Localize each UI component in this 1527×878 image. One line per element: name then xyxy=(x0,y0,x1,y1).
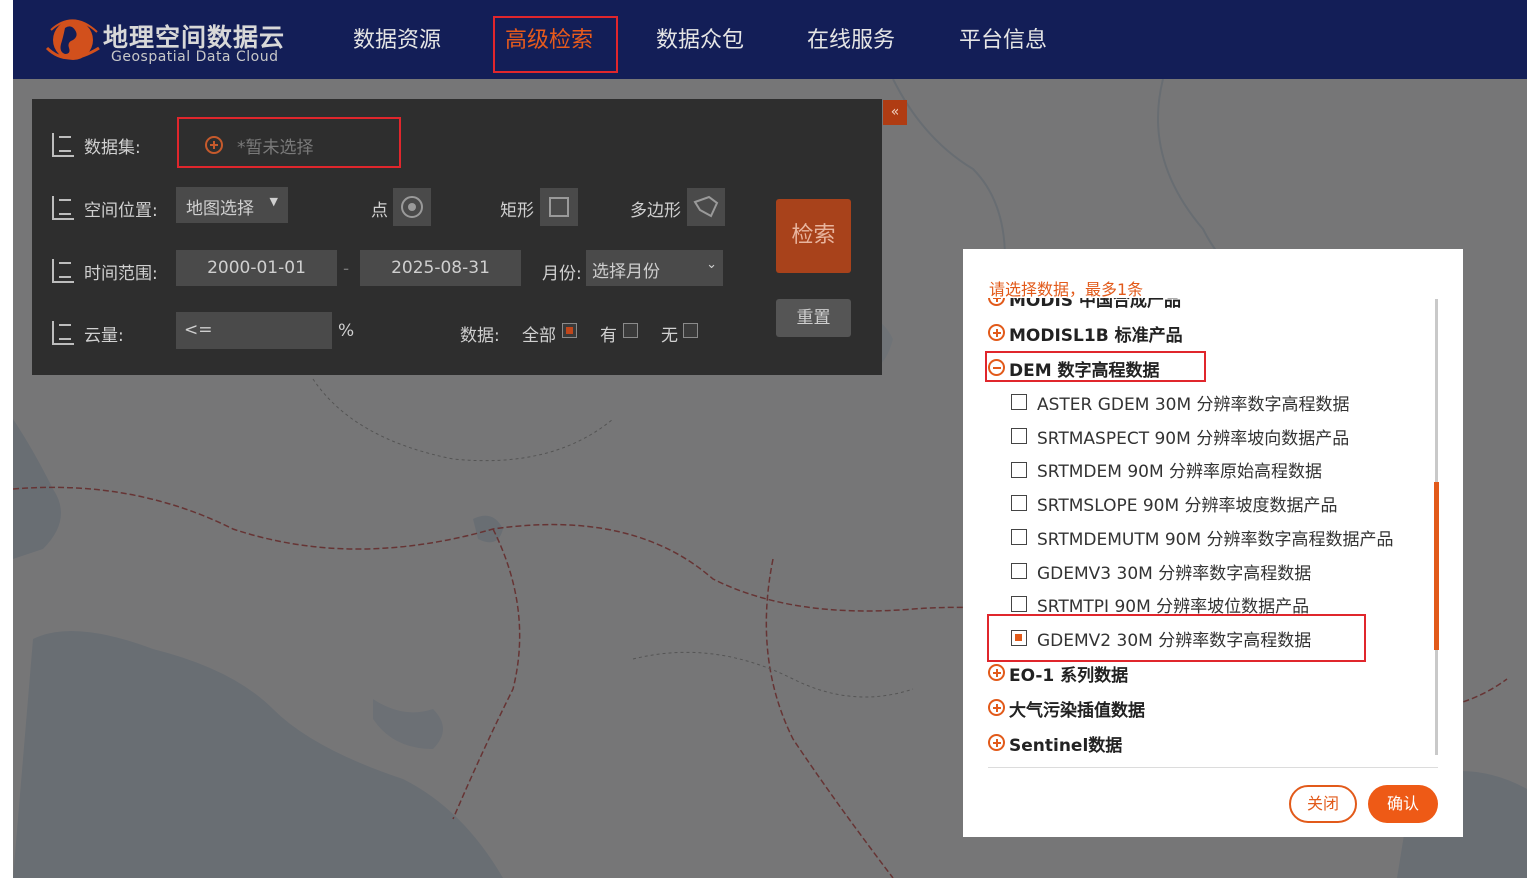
item-srtmdemutm[interactable]: SRTMDEMUTM 90M 分辨率数字高程数据产品 xyxy=(1037,525,1394,550)
cloud-input[interactable]: <= xyxy=(176,312,332,349)
data-all-checkbox[interactable] xyxy=(562,323,577,338)
nav-platform-info[interactable]: 平台信息 xyxy=(959,22,1047,54)
cloud-icon xyxy=(52,321,74,345)
dialog-title: 请选择数据，最多1条 xyxy=(989,280,1144,299)
expand-icon[interactable] xyxy=(988,664,1005,681)
polygon-label: 多边形 xyxy=(630,201,681,221)
cloud-unit: % xyxy=(338,321,355,341)
top-navbar: 地理空间数据云 Geospatial Data Cloud 数据资源 高级检索 … xyxy=(13,0,1527,79)
item-checkbox[interactable] xyxy=(1011,495,1027,511)
point-tool-button[interactable] xyxy=(393,188,431,226)
dialog-divider xyxy=(988,767,1438,768)
confirm-button[interactable]: 确认 xyxy=(1368,785,1438,823)
close-button[interactable]: 关闭 xyxy=(1289,785,1357,823)
category-modis-china[interactable]: MODIS 中国合成产品 xyxy=(1009,298,1181,311)
dataset-selector[interactable]: *暂未选择 xyxy=(177,117,401,168)
month-select[interactable]: 选择月份 ⌄ xyxy=(586,250,723,286)
item-checkbox[interactable] xyxy=(1011,529,1027,545)
point-label: 点 xyxy=(371,201,388,221)
collapse-panel-button[interactable]: « xyxy=(883,100,907,125)
item-checkbox[interactable] xyxy=(1011,596,1027,612)
category-air-pollution[interactable]: 大气污染插值数据 xyxy=(1009,696,1145,721)
dialog-scrollbar-thumb[interactable] xyxy=(1434,482,1439,650)
data-yes-checkbox[interactable] xyxy=(623,323,638,338)
item-checkbox[interactable] xyxy=(1011,462,1027,478)
search-panel: 数据集: *暂未选择 空间位置: 地图选择 ▼ 点 矩形 多边形 时间范围: 2… xyxy=(32,99,882,375)
point-target-icon xyxy=(401,196,423,218)
logo-title-en: Geospatial Data Cloud xyxy=(111,49,279,65)
expand-icon[interactable] xyxy=(988,298,1005,306)
item-srtmdem[interactable]: SRTMDEM 90M 分辨率原始高程数据 xyxy=(1037,457,1322,482)
item-checkbox[interactable] xyxy=(1011,563,1027,579)
expand-icon[interactable] xyxy=(988,734,1005,751)
search-button[interactable]: 检索 xyxy=(776,199,851,273)
polygon-tool-button[interactable] xyxy=(687,188,725,226)
dataset-select-dialog: 请选择数据，最多1条 MODIS 中国合成产品 MODISL1B 标准产品 DE… xyxy=(963,249,1463,837)
dataset-label: 数据集: xyxy=(84,138,141,158)
data-no-checkbox[interactable] xyxy=(683,323,698,338)
globe-logo-icon xyxy=(45,19,100,60)
category-modis-l1b[interactable]: MODISL1B 标准产品 xyxy=(1009,321,1183,346)
cloud-prefix: <= xyxy=(184,320,213,340)
category-sentinel[interactable]: Sentinel数据 xyxy=(1009,731,1122,756)
rectangle-icon xyxy=(549,197,569,217)
data-filter-label: 数据: xyxy=(460,326,500,346)
cloud-label: 云量: xyxy=(84,326,124,346)
item-srtmslope[interactable]: SRTMSLOPE 90M 分辨率坡度数据产品 xyxy=(1037,491,1338,516)
dataset-tree-list[interactable]: MODIS 中国合成产品 MODISL1B 标准产品 DEM 数字高程数据 AS… xyxy=(983,298,1433,758)
nav-data-resources[interactable]: 数据资源 xyxy=(353,22,441,54)
reset-button[interactable]: 重置 xyxy=(776,299,851,337)
location-select-value: 地图选择 xyxy=(186,199,254,219)
site-logo[interactable]: 地理空间数据云 Geospatial Data Cloud xyxy=(43,12,303,72)
month-select-value: 选择月份 xyxy=(592,262,660,282)
caret-down-icon: ▼ xyxy=(269,195,278,208)
gdemv2-highlight-box xyxy=(987,614,1366,662)
item-gdemv3[interactable]: GDEMV3 30M 分辨率数字高程数据 xyxy=(1037,559,1311,584)
month-label: 月份: xyxy=(542,264,582,284)
polygon-icon xyxy=(693,195,719,218)
nav-online-services[interactable]: 在线服务 xyxy=(807,22,895,54)
location-label: 空间位置: xyxy=(84,201,158,221)
calendar-icon xyxy=(52,259,74,283)
expand-icon[interactable] xyxy=(988,699,1005,716)
category-eo1[interactable]: EO-1 系列数据 xyxy=(1009,661,1128,686)
data-no-label: 无 xyxy=(661,326,678,346)
data-all-label: 全部 xyxy=(522,326,556,346)
location-select[interactable]: 地图选择 ▼ xyxy=(176,187,288,223)
time-range-label: 时间范围: xyxy=(84,264,158,284)
dataset-icon xyxy=(52,133,74,157)
nav-highlight-box xyxy=(493,16,618,73)
start-date-input[interactable]: 2000-01-01 xyxy=(176,250,337,286)
dem-highlight-box xyxy=(985,351,1206,382)
add-circle-icon[interactable] xyxy=(205,136,223,154)
chevron-down-icon: ⌄ xyxy=(706,257,717,272)
item-checkbox[interactable] xyxy=(1011,394,1027,410)
item-checkbox[interactable] xyxy=(1011,428,1027,444)
nav-crowdsourcing[interactable]: 数据众包 xyxy=(656,22,744,54)
end-date-input[interactable]: 2025-08-31 xyxy=(360,250,521,286)
item-aster-gdem[interactable]: ASTER GDEM 30M 分辨率数字高程数据 xyxy=(1037,390,1350,415)
item-srtmaspect[interactable]: SRTMASPECT 90M 分辨率坡向数据产品 xyxy=(1037,424,1349,449)
dataset-placeholder: *暂未选择 xyxy=(237,138,314,158)
rect-label: 矩形 xyxy=(500,201,534,221)
date-separator: - xyxy=(343,259,350,279)
rectangle-tool-button[interactable] xyxy=(540,188,578,226)
expand-icon[interactable] xyxy=(988,324,1005,341)
location-pin-icon xyxy=(52,196,74,220)
data-yes-label: 有 xyxy=(600,326,617,346)
